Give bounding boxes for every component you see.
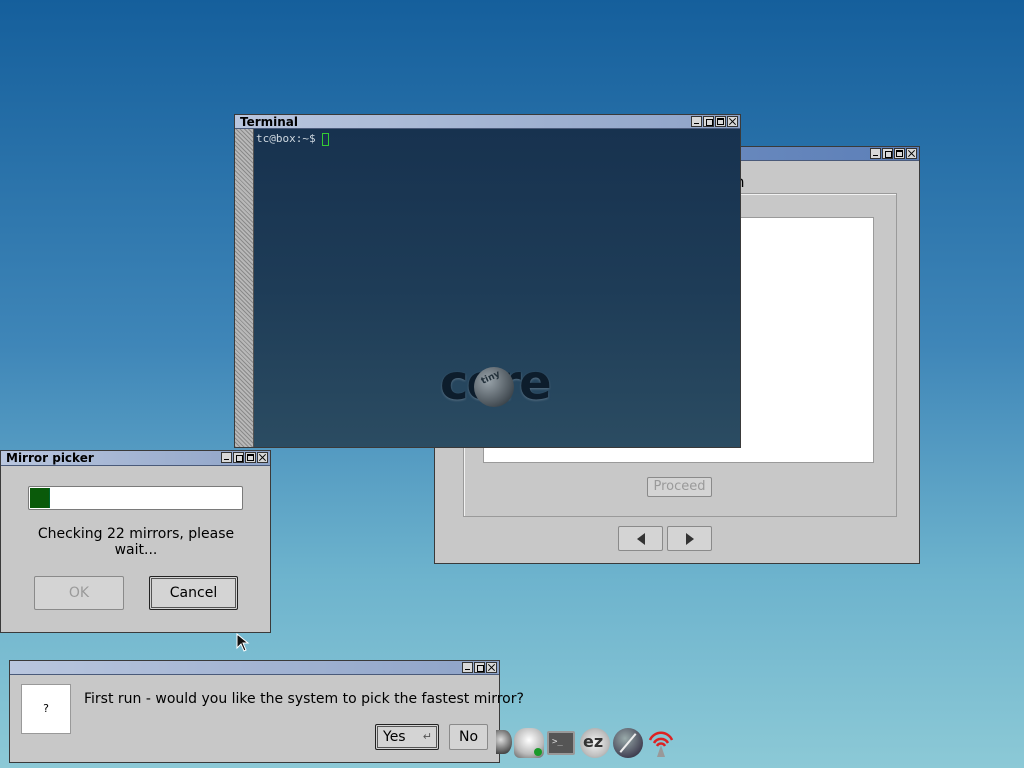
minimize-icon[interactable] [221,452,232,463]
close-icon[interactable] [486,662,497,673]
terminal-scrollbar[interactable] [235,129,254,447]
close-icon[interactable] [906,148,917,159]
terminal-cursor [322,132,330,146]
mirror-progress-bar [28,486,243,510]
yes-label: Yes [383,729,406,745]
minimize-icon[interactable] [691,116,702,127]
question-icon: ? [21,684,71,734]
first-run-titlebar[interactable] [10,661,499,675]
question-mark: ? [43,702,49,715]
close-icon[interactable] [257,452,268,463]
first-run-question: First run - would you like the system to… [84,691,524,707]
next-button[interactable] [667,526,712,551]
control-panel-icon[interactable] [496,730,512,754]
wifi-icon[interactable] [646,726,676,758]
restore-icon[interactable] [703,116,714,127]
terminal-titlebar[interactable]: Terminal [235,115,740,129]
right-arrow-icon [686,533,694,545]
cancel-button[interactable]: Cancel [149,576,238,610]
maximize-icon[interactable] [245,452,256,463]
mirror-progress-fill [30,488,50,508]
restore-icon[interactable] [882,148,893,159]
mirror-picker-titlebar[interactable]: Mirror picker [1,451,270,466]
tiny-badge-icon: tiny [474,367,514,407]
minimize-icon[interactable] [870,148,881,159]
left-arrow-icon [637,533,645,545]
first-run-dialog: ? First run - would you like the system … [9,660,524,763]
ezremaster-label: ez [583,732,604,751]
terminal-console[interactable]: tc@box:~$ core tiny [254,129,740,447]
mouse-pointer-icon [236,633,250,652]
mirror-picker-window: Mirror picker Checking 22 mirrors, pleas… [0,450,271,633]
restore-icon[interactable] [233,452,244,463]
core-logo-badge: tiny [479,369,502,387]
mirror-status-text: Checking 22 mirrors, please wait... [37,526,235,558]
ezremaster-icon[interactable]: ez [580,728,610,758]
close-icon[interactable] [727,116,738,127]
core-logo: core tiny [440,355,590,415]
proceed-button[interactable]: Proceed [647,477,712,497]
minimize-icon[interactable] [462,662,473,673]
terminal-title: Terminal [240,115,299,129]
maximize-icon[interactable] [894,148,905,159]
return-key-icon: ↵ [422,730,432,743]
mirror-picker-title: Mirror picker [6,451,94,465]
maximize-icon[interactable] [715,116,726,127]
terminal-prompt: tc@box:~$ [256,132,316,145]
mount-tool-icon[interactable] [613,728,643,758]
ok-button[interactable]: OK [34,576,124,610]
prev-button[interactable] [618,526,663,551]
apps-icon[interactable] [514,728,544,758]
no-button[interactable]: No [449,724,488,750]
terminal-window: Terminal tc@box:~$ core tiny [234,114,741,448]
restore-icon[interactable] [474,662,485,673]
yes-button[interactable]: Yes ↵ [375,724,439,750]
terminal-icon[interactable]: >_ [547,731,575,755]
